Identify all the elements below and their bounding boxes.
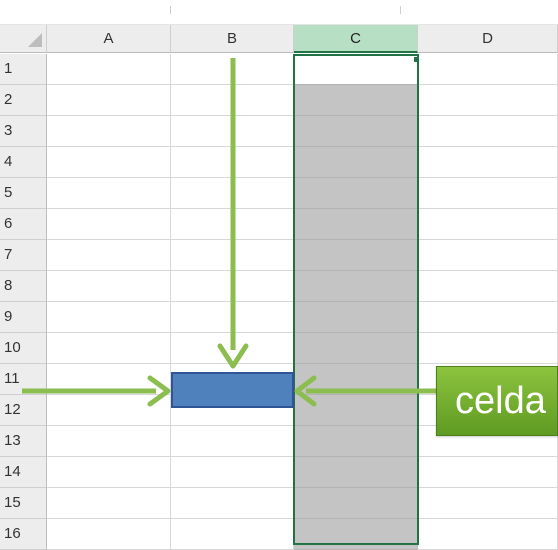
ruler-tick <box>170 6 171 14</box>
cell-a10[interactable] <box>47 333 171 364</box>
cell-d8[interactable] <box>418 271 558 302</box>
cell-a14[interactable] <box>47 457 171 488</box>
cell-c10[interactable] <box>294 333 418 364</box>
cell-a16[interactable] <box>47 519 171 550</box>
cell-c14[interactable] <box>294 457 418 488</box>
cell-b10[interactable] <box>171 333 294 364</box>
row-header-8[interactable]: 8 <box>0 271 47 302</box>
cell-a7[interactable] <box>47 240 171 271</box>
cell-d6[interactable] <box>418 209 558 240</box>
toolbar-strip <box>0 0 558 25</box>
cell-c8[interactable] <box>294 271 418 302</box>
column-header-d[interactable]: D <box>418 25 558 53</box>
column-header-a[interactable]: A <box>47 25 171 53</box>
cell-c4[interactable] <box>294 147 418 178</box>
cell-c6[interactable] <box>294 209 418 240</box>
cell-c1[interactable] <box>294 54 418 85</box>
cell-a13[interactable] <box>47 426 171 457</box>
row-header-15[interactable]: 15 <box>0 488 47 519</box>
cell-d1[interactable] <box>418 54 558 85</box>
cell-c2[interactable] <box>294 85 418 116</box>
cell-b13[interactable] <box>171 426 294 457</box>
celda-label: celda <box>436 366 558 436</box>
cell-c9[interactable] <box>294 302 418 333</box>
column-header-c[interactable]: C <box>294 25 418 53</box>
cell-c5[interactable] <box>294 178 418 209</box>
cell-b2[interactable] <box>171 85 294 116</box>
cell-b4[interactable] <box>171 147 294 178</box>
cell-b8[interactable] <box>171 271 294 302</box>
cell-c15[interactable] <box>294 488 418 519</box>
cell-c16[interactable] <box>294 519 418 550</box>
cell-c11[interactable] <box>294 364 418 395</box>
row-header-7[interactable]: 7 <box>0 240 47 271</box>
row-header-9[interactable]: 9 <box>0 302 47 333</box>
row-header-10[interactable]: 10 <box>0 333 47 364</box>
row-header-4[interactable]: 4 <box>0 147 47 178</box>
row-header-3[interactable]: 3 <box>0 116 47 147</box>
cell-d3[interactable] <box>418 116 558 147</box>
cell-a4[interactable] <box>47 147 171 178</box>
cell-a15[interactable] <box>47 488 171 519</box>
cell-d14[interactable] <box>418 457 558 488</box>
cell-a5[interactable] <box>47 178 171 209</box>
row-header-13[interactable]: 13 <box>0 426 47 457</box>
column-header-b[interactable]: B <box>171 25 294 53</box>
row-header-12[interactable]: 12 <box>0 395 47 426</box>
row-header-1[interactable]: 1 <box>0 54 47 85</box>
cell-a2[interactable] <box>47 85 171 116</box>
cell-d15[interactable] <box>418 488 558 519</box>
cell-b3[interactable] <box>171 116 294 147</box>
cell-a8[interactable] <box>47 271 171 302</box>
cell-d10[interactable] <box>418 333 558 364</box>
highlighted-cell-b11[interactable] <box>171 372 294 408</box>
fill-handle[interactable] <box>414 57 419 62</box>
cell-a3[interactable] <box>47 116 171 147</box>
cell-b15[interactable] <box>171 488 294 519</box>
cell-b7[interactable] <box>171 240 294 271</box>
cell-c3[interactable] <box>294 116 418 147</box>
cell-b6[interactable] <box>171 209 294 240</box>
row-header-11[interactable]: 11 <box>0 364 47 395</box>
cell-a12[interactable] <box>47 395 171 426</box>
cell-a1[interactable] <box>47 54 171 85</box>
row-header-2[interactable]: 2 <box>0 85 47 116</box>
cell-d9[interactable] <box>418 302 558 333</box>
cell-d16[interactable] <box>418 519 558 550</box>
select-all-triangle-icon[interactable] <box>28 33 42 47</box>
row-header-14[interactable]: 14 <box>0 457 47 488</box>
cell-a6[interactable] <box>47 209 171 240</box>
cell-d5[interactable] <box>418 178 558 209</box>
spreadsheet-grid: A B C D 1 2 3 4 5 6 7 8 9 10 11 12 13 14 15 16 celda <box>0 0 558 550</box>
cell-d7[interactable] <box>418 240 558 271</box>
cell-d2[interactable] <box>418 85 558 116</box>
cell-b9[interactable] <box>171 302 294 333</box>
cell-d4[interactable] <box>418 147 558 178</box>
cell-c13[interactable] <box>294 426 418 457</box>
cell-b5[interactable] <box>171 178 294 209</box>
cell-c12[interactable] <box>294 395 418 426</box>
cell-b16[interactable] <box>171 519 294 550</box>
row-header-6[interactable]: 6 <box>0 209 47 240</box>
ruler-tick <box>400 6 401 14</box>
row-header-5[interactable]: 5 <box>0 178 47 209</box>
cell-a9[interactable] <box>47 302 171 333</box>
row-header-16[interactable]: 16 <box>0 519 47 550</box>
cell-a11[interactable] <box>47 364 171 395</box>
cell-b1[interactable] <box>171 54 294 85</box>
cell-c7[interactable] <box>294 240 418 271</box>
cell-b14[interactable] <box>171 457 294 488</box>
